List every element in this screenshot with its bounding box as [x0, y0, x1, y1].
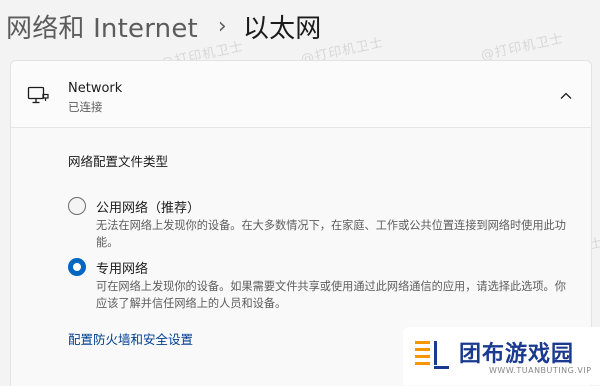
logo-mark-icon — [415, 339, 449, 371]
breadcrumb-parent-link[interactable]: 网络和 Internet — [6, 8, 198, 45]
private-network-description: 可在网络上发现你的设备。如果需要文件共享或使用通过此网络通信的应用，请选择此选项… — [96, 280, 566, 310]
public-network-description: 无法在网络上发现你的设备。在大多数情况下，在家庭、工作或公共位置连接到网络时使用… — [96, 219, 566, 249]
logo-text: 团布游戏园 — [459, 342, 575, 367]
firewall-settings-link[interactable]: 配置防火墙和安全设置 — [68, 329, 193, 348]
profile-type-title: 网络配置文件类型 — [68, 154, 169, 169]
public-network-radio[interactable] — [68, 197, 86, 215]
logo-subtext: WWW.TUANBUTING.VIP — [489, 366, 592, 375]
breadcrumb: 网络和 Internet › 以太网 — [6, 6, 322, 46]
network-name: Network — [68, 81, 123, 96]
chevron-up-icon[interactable] — [555, 85, 577, 107]
network-status: 已连接 — [68, 100, 103, 114]
page-title: 以太网 — [242, 13, 322, 44]
private-network-label: 专用网络 — [96, 262, 149, 277]
watermark: @打印机卫士 — [479, 31, 566, 64]
private-network-radio[interactable] — [68, 258, 86, 276]
site-logo: 团布游戏园 WWW.TUANBUTING.VIP — [403, 327, 600, 385]
network-header[interactable]: Network 已连接 — [11, 61, 591, 128]
breadcrumb-separator: › — [217, 13, 227, 39]
monitor-icon — [27, 85, 49, 107]
public-network-label: 公用网络（推荐） — [96, 201, 201, 216]
